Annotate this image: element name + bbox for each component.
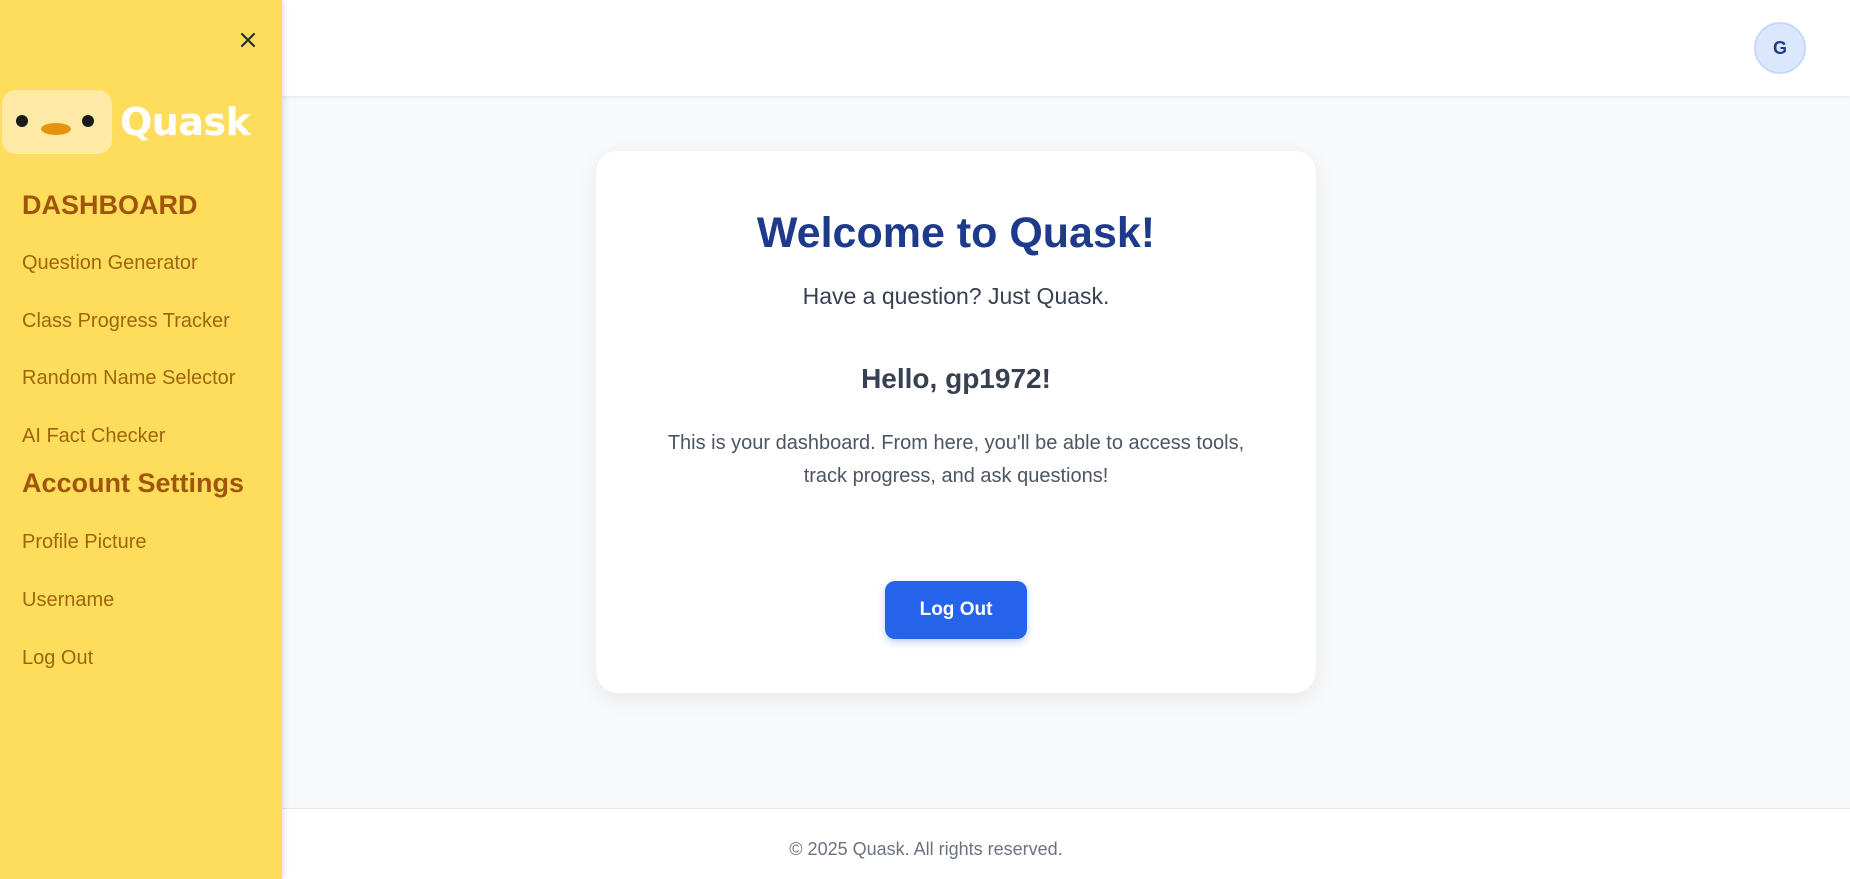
app-root: Quask DASHBOARD Question Generator Class… — [0, 0, 1850, 879]
duck-eye-left — [16, 115, 28, 127]
sidebar-item-username[interactable]: Username — [22, 589, 114, 612]
page-title: Welcome to Quask! — [756, 209, 1156, 257]
dashboard-description: This is your dashboard. From here, you'l… — [667, 432, 1245, 487]
sidebar-item-ai-fact-checker[interactable]: AI Fact Checker — [22, 425, 165, 448]
sidebar-heading-dashboard[interactable]: DASHBOARD — [22, 190, 198, 221]
copyright-text: © 2025 Quask. All rights reserved. — [789, 839, 1063, 859]
user-avatar[interactable]: G — [1754, 22, 1806, 74]
duck-eye-right — [82, 115, 94, 127]
log-out-button[interactable]: Log Out — [885, 581, 1027, 639]
welcome-card: Welcome to Quask! Have a question? Just … — [596, 151, 1316, 693]
footer: © 2025 Quask. All rights reserved. — [282, 808, 1850, 879]
close-icon — [241, 33, 255, 47]
duck-beak — [41, 123, 71, 135]
sidebar-heading-account-settings: Account Settings — [22, 468, 245, 498]
logo-text: Quask — [120, 100, 251, 144]
top-bar — [282, 0, 1850, 96]
sidebar-close-button[interactable] — [236, 28, 260, 52]
sidebar-item-class-progress-tracker[interactable]: Class Progress Tracker — [22, 310, 230, 333]
user-greeting: Hello, gp1972! — [861, 363, 1051, 394]
duck-logo-icon — [2, 90, 112, 154]
sidebar-item-profile-picture[interactable]: Profile Picture — [22, 531, 147, 554]
sidebar-item-random-name-selector[interactable]: Random Name Selector — [22, 367, 235, 390]
sidebar-item-question-generator[interactable]: Question Generator — [22, 252, 198, 275]
logo[interactable]: Quask — [2, 90, 251, 154]
sidebar: Quask DASHBOARD Question Generator Class… — [0, 0, 282, 879]
tagline: Have a question? Just Quask. — [802, 283, 1110, 309]
sidebar-item-log-out[interactable]: Log Out — [22, 647, 93, 670]
